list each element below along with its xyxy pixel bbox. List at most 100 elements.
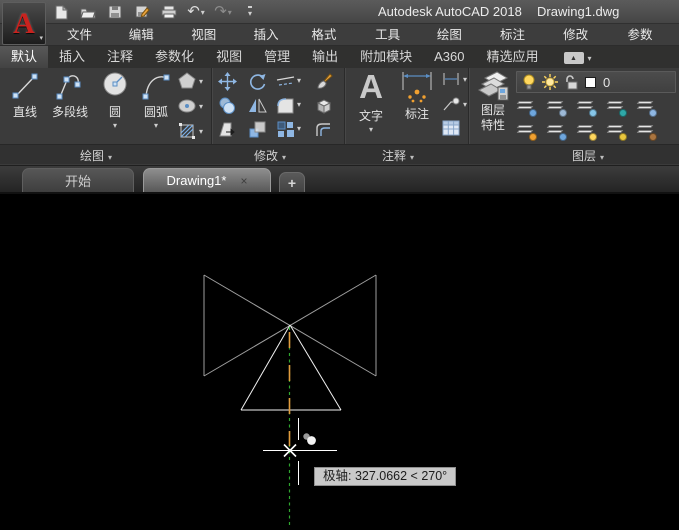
ribbon-tab-manage[interactable]: 管理 (253, 46, 301, 68)
ellipse-icon (178, 98, 196, 114)
start-tab[interactable]: 开始 (22, 168, 134, 192)
layer-off-button[interactable] (514, 122, 538, 142)
hatch-button[interactable]: ▾ (178, 122, 203, 140)
leader-button[interactable]: ▾ (442, 96, 467, 112)
circle-button[interactable]: 圆 ▾ (96, 70, 134, 130)
modify-panel-label[interactable]: 修改▾ (254, 147, 286, 164)
ribbon-tab-home[interactable]: 默认 (0, 46, 48, 68)
layer-dropdown[interactable]: 0 (516, 71, 676, 93)
plot-button[interactable] (160, 3, 178, 21)
redo-button[interactable]: ↷ ▾ (214, 3, 232, 21)
menu-modify[interactable]: 修改(M) (552, 24, 616, 46)
ellipse-button[interactable]: ▾ (178, 98, 203, 114)
offset-button[interactable] (312, 118, 334, 140)
move-button[interactable] (216, 70, 238, 92)
ribbon-collapse-button[interactable]: ▲ (564, 52, 584, 64)
menu-format[interactable]: 格式(O) (300, 24, 364, 46)
hatch-dropdown-icon[interactable]: ▾ (199, 127, 203, 136)
ribbon-tab-annotate[interactable]: 注释 (96, 46, 144, 68)
leader-dropdown-icon[interactable]: ▾ (463, 100, 467, 109)
ribbon-tab-featured-apps[interactable]: 精选应用 (476, 46, 550, 68)
stretch-button[interactable] (216, 118, 238, 140)
polygon-button[interactable]: ▾ (178, 72, 203, 90)
menu-file[interactable]: 文件(F) (56, 24, 118, 46)
array-dropdown-icon[interactable]: ▾ (297, 124, 301, 133)
menu-dimension[interactable]: 标注(N) (489, 24, 552, 46)
menu-edit[interactable]: 编辑(E) (118, 24, 180, 46)
layer-unlock-button[interactable] (604, 122, 628, 142)
layer-match-button[interactable] (634, 122, 658, 142)
ribbon-tab-output[interactable]: 输出 (301, 46, 349, 68)
save-button[interactable] (106, 3, 124, 21)
menu-tools[interactable]: 工具(T) (364, 24, 426, 46)
ribbon-collapse-icon: ▲ (570, 55, 577, 62)
ribbon-tab-a360[interactable]: A360 (423, 46, 475, 68)
layer-lock-button[interactable] (604, 98, 628, 118)
ribbon-collapse-dropdown-icon[interactable]: ▾ (588, 54, 592, 63)
erase-button[interactable] (312, 70, 334, 92)
close-tab-icon[interactable]: × (240, 174, 247, 188)
ribbon-tab-addins[interactable]: 附加模块 (349, 46, 423, 68)
menu-insert[interactable]: 插入(I) (243, 24, 301, 46)
draw-panel-label[interactable]: 绘图▾ (80, 147, 112, 164)
save-as-button[interactable] (133, 3, 151, 21)
arc-button[interactable]: 圆弧 ▾ (136, 70, 176, 130)
dimension-button[interactable]: 标注 (394, 70, 440, 122)
application-menu-button[interactable]: A ▾ (2, 2, 46, 45)
annotate-panel-label[interactable]: 注释▾ (382, 147, 414, 164)
fillet-button[interactable] (274, 94, 296, 116)
autocad-window: ↶ ▾ ↷ ▾ ▾ Autodesk AutoCAD 2018 Drawing1… (0, 0, 679, 530)
mirror-button[interactable] (246, 94, 268, 116)
array-button[interactable] (274, 118, 296, 140)
table-button[interactable] (442, 120, 460, 136)
ellipse-dropdown-icon[interactable]: ▾ (199, 102, 203, 111)
fillet-dropdown-icon[interactable]: ▾ (297, 100, 301, 109)
arc-dropdown-icon[interactable]: ▾ (154, 121, 158, 130)
menu-view[interactable]: 视图(V) (180, 24, 242, 46)
layer-thaw-icon (589, 133, 597, 141)
ribbon-tab-view[interactable]: 视图 (205, 46, 253, 68)
polyline-button[interactable]: 多段线 (46, 70, 94, 120)
dim-linear-button[interactable]: ▾ (442, 72, 467, 86)
ribbon-tab-insert[interactable]: 插入 (48, 46, 96, 68)
undo-button[interactable]: ↶ ▾ (187, 3, 205, 21)
layer-thaw-button[interactable] (574, 122, 598, 142)
app-title: Autodesk AutoCAD 2018 (378, 4, 522, 19)
layer-properties-button[interactable]: 图层特性 (472, 70, 514, 133)
undo-dropdown-icon[interactable]: ▾ (201, 8, 205, 17)
polygon-dropdown-icon[interactable]: ▾ (199, 77, 203, 86)
line-button[interactable]: 直线 (6, 70, 44, 120)
new-drawing-tab-button[interactable]: + (279, 172, 305, 192)
drawing1-tab[interactable]: Drawing1* × (143, 168, 271, 192)
layer-panel-label[interactable]: 图层▾ (572, 147, 604, 164)
dim-linear-dropdown-icon[interactable]: ▾ (463, 75, 467, 84)
layer-previous-icon (559, 109, 567, 117)
text-button[interactable]: A 文字 ▾ (352, 68, 390, 134)
drawing-canvas[interactable]: 极轴: 327.0662 < 270° (0, 194, 679, 530)
layer-previous-button[interactable] (544, 98, 568, 118)
menu-draw[interactable]: 绘图(D) (426, 24, 489, 46)
trim-button[interactable] (274, 70, 296, 92)
explode-button[interactable] (312, 94, 334, 116)
new-file-button[interactable] (52, 3, 70, 21)
triangle-geometry[interactable] (241, 325, 341, 410)
text-dropdown-icon[interactable]: ▾ (369, 125, 373, 134)
layer-isolate-button[interactable] (514, 98, 538, 118)
circle-dropdown-icon[interactable]: ▾ (113, 121, 117, 130)
layer-freeze-button[interactable] (574, 98, 598, 118)
layer-copy-objects-button[interactable] (544, 122, 568, 142)
trim-dropdown-icon[interactable]: ▾ (297, 76, 301, 85)
open-file-button[interactable] (79, 3, 97, 21)
rotate-button[interactable] (246, 70, 268, 92)
draw-panel-dropdown-icon: ▾ (108, 153, 112, 162)
scale-button[interactable] (246, 118, 268, 140)
redo-dropdown-icon[interactable]: ▾ (228, 8, 232, 17)
copy-button[interactable] (216, 94, 238, 116)
layer-off-icon (529, 133, 537, 141)
leader-icon (442, 96, 460, 112)
ribbon: 直线 多段线 圆 ▾ 圆弧 (0, 68, 679, 166)
layer-make-current-button[interactable] (634, 98, 658, 118)
menu-parametric[interactable]: 参数(P) (617, 24, 679, 46)
customize-qat-button[interactable]: ▾ (241, 3, 259, 21)
ribbon-tab-parametric[interactable]: 参数化 (144, 46, 205, 68)
